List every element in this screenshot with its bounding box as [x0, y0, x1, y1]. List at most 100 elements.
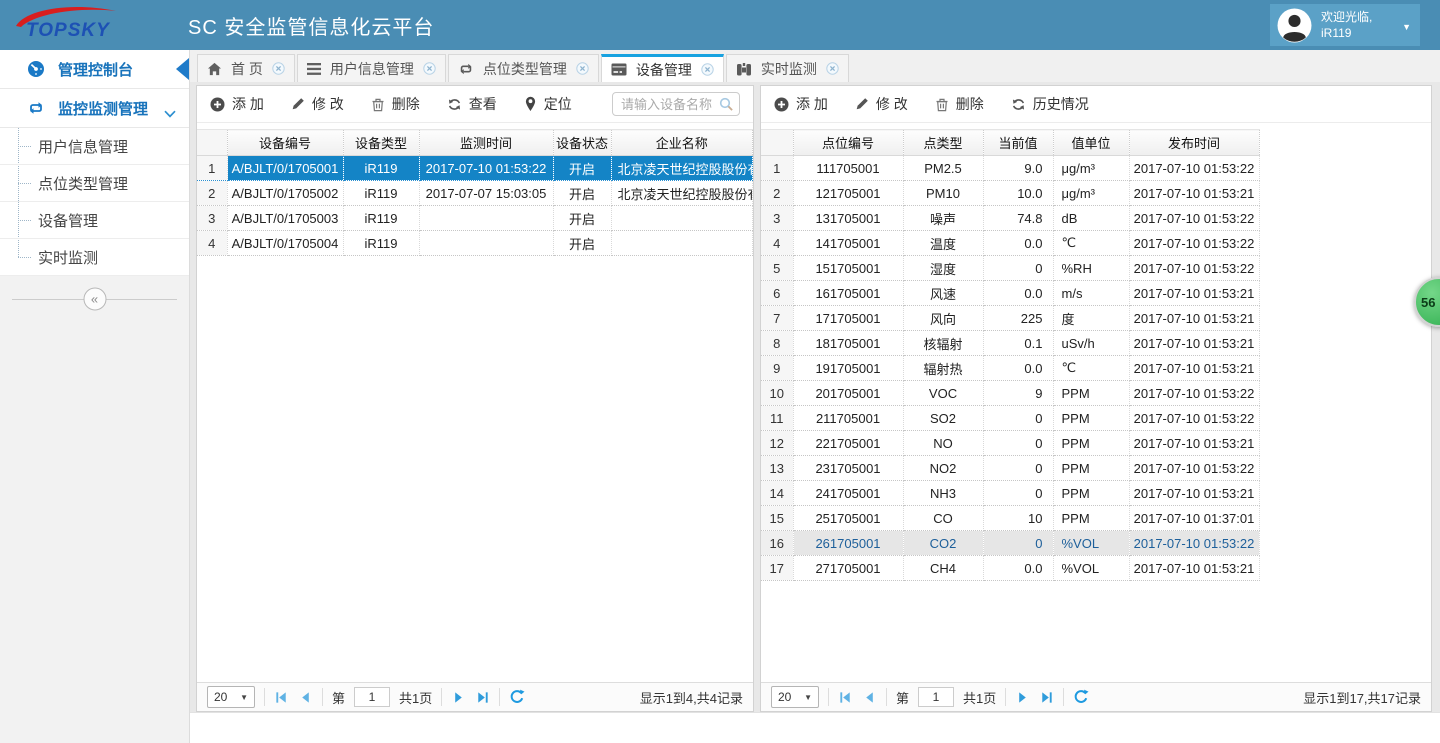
column-header[interactable]: 设备类型	[343, 130, 419, 156]
table-row[interactable]: 4141705001温度0.0℃2017-07-10 01:53:22	[761, 231, 1259, 256]
cell[interactable]: iR119	[343, 181, 419, 206]
table-row[interactable]: 14241705001NH30PPM2017-07-10 01:53:21	[761, 481, 1259, 506]
table-row[interactable]: 2A/BJLT/0/1705002iR1192017-07-07 15:03:0…	[197, 181, 753, 206]
prev-page-button[interactable]	[298, 690, 313, 705]
cell[interactable]	[611, 206, 753, 231]
table-row[interactable]: 10201705001VOC9PPM2017-07-10 01:53:22	[761, 381, 1259, 406]
cell[interactable]: 10.0	[983, 181, 1053, 206]
cell[interactable]: CO2	[903, 531, 983, 556]
cell[interactable]: 2017-07-10 01:53:21	[1129, 481, 1259, 506]
cell[interactable]: 开启	[553, 206, 611, 231]
cell[interactable]: 0.1	[983, 331, 1053, 356]
cell[interactable]: 151705001	[793, 256, 903, 281]
sidebar-item-console[interactable]: 管理控制台	[0, 50, 189, 89]
cell[interactable]: ℃	[1053, 231, 1129, 256]
column-header[interactable]: 值单位	[1053, 130, 1129, 156]
cell[interactable]: 2017-07-10 01:53:22	[419, 156, 553, 181]
cell[interactable]: PPM	[1053, 406, 1129, 431]
cell[interactable]: 10	[983, 506, 1053, 531]
next-page-button[interactable]	[1015, 690, 1030, 705]
cell[interactable]: 111705001	[793, 156, 903, 181]
table-row[interactable]: 12221705001NO0PPM2017-07-10 01:53:21	[761, 431, 1259, 456]
cell[interactable]: 9.0	[983, 156, 1053, 181]
delete-button[interactable]: 删除	[935, 94, 984, 114]
cell[interactable]: 2017-07-10 01:53:22	[1129, 256, 1259, 281]
cell[interactable]: PPM	[1053, 431, 1129, 456]
cell[interactable]: A/BJLT/0/1705001	[227, 156, 343, 181]
tab-user-info[interactable]: 用户信息管理	[297, 54, 446, 82]
cell[interactable]: %VOL	[1053, 556, 1129, 581]
cell[interactable]: iR119	[343, 156, 419, 181]
cell[interactable]: PPM	[1053, 481, 1129, 506]
cell[interactable]: %VOL	[1053, 531, 1129, 556]
add-button[interactable]: 添 加	[774, 94, 828, 114]
edit-button[interactable]: 修 改	[291, 94, 344, 114]
delete-button[interactable]: 删除	[371, 94, 420, 114]
tab-point-type[interactable]: 点位类型管理	[448, 54, 599, 82]
sidebar-item-user-info[interactable]: 用户信息管理	[0, 128, 189, 165]
table-row[interactable]: 6161705001风速0.0m/s2017-07-10 01:53:21	[761, 281, 1259, 306]
cell[interactable]: 度	[1053, 306, 1129, 331]
table-row[interactable]: 9191705001辐射热0.0℃2017-07-10 01:53:21	[761, 356, 1259, 381]
user-menu[interactable]: 欢迎光临, iR119 ▼	[1270, 4, 1420, 46]
cell[interactable]: 湿度	[903, 256, 983, 281]
cell[interactable]: 171705001	[793, 306, 903, 331]
cell[interactable]: 2017-07-10 01:53:22	[1129, 231, 1259, 256]
cell[interactable]: 2017-07-10 01:53:22	[1129, 156, 1259, 181]
cell[interactable]: 0.0	[983, 231, 1053, 256]
sidebar-item-monitoring[interactable]: 监控监测管理	[0, 89, 189, 128]
cell[interactable]: 开启	[553, 156, 611, 181]
cell[interactable]: μg/m³	[1053, 156, 1129, 181]
cell[interactable]: 2017-07-10 01:53:22	[1129, 456, 1259, 481]
cell[interactable]: NH3	[903, 481, 983, 506]
cell[interactable]: VOC	[903, 381, 983, 406]
cell[interactable]: 北京凌天世纪控股股份有限	[611, 181, 753, 206]
sidebar-item-device[interactable]: 设备管理	[0, 202, 189, 239]
page-number-input[interactable]	[918, 687, 954, 707]
cell[interactable]: %RH	[1053, 256, 1129, 281]
close-icon[interactable]	[423, 62, 436, 75]
cell[interactable]: CO	[903, 506, 983, 531]
table-row[interactable]: 5151705001湿度0%RH2017-07-10 01:53:22	[761, 256, 1259, 281]
cell[interactable]: 2017-07-10 01:53:22	[1129, 406, 1259, 431]
cell[interactable]: 风向	[903, 306, 983, 331]
cell[interactable]: PM2.5	[903, 156, 983, 181]
cell[interactable]: 241705001	[793, 481, 903, 506]
cell[interactable]: 141705001	[793, 231, 903, 256]
column-header[interactable]: 当前值	[983, 130, 1053, 156]
close-icon[interactable]	[826, 62, 839, 75]
table-row[interactable]: 7171705001风向225度2017-07-10 01:53:21	[761, 306, 1259, 331]
cell[interactable]: 核辐射	[903, 331, 983, 356]
collapse-sidebar-button[interactable]: «	[83, 288, 106, 311]
locate-button[interactable]: 定位	[524, 94, 572, 114]
history-button[interactable]: 历史情况	[1011, 94, 1089, 114]
cell[interactable]: 0	[983, 431, 1053, 456]
cell[interactable]: PPM	[1053, 506, 1129, 531]
cell[interactable]: 9	[983, 381, 1053, 406]
cell[interactable]: m/s	[1053, 281, 1129, 306]
cell[interactable]: 辐射热	[903, 356, 983, 381]
cell[interactable]: 261705001	[793, 531, 903, 556]
cell[interactable]: 0	[983, 531, 1053, 556]
cell[interactable]: 2017-07-10 01:53:22	[1129, 206, 1259, 231]
sidebar-item-point-type[interactable]: 点位类型管理	[0, 165, 189, 202]
table-row[interactable]: 3A/BJLT/0/1705003iR119开启	[197, 206, 753, 231]
column-header[interactable]: 设备状态	[553, 130, 611, 156]
cell[interactable]: iR119	[343, 231, 419, 256]
cell[interactable]: 北京凌天世纪控股股份有限	[611, 156, 753, 181]
cell[interactable]: 2017-07-10 01:53:21	[1129, 331, 1259, 356]
last-page-button[interactable]	[475, 690, 490, 705]
cell[interactable]	[419, 231, 553, 256]
cell[interactable]: CH4	[903, 556, 983, 581]
cell[interactable]: 2017-07-10 01:53:21	[1129, 306, 1259, 331]
cell[interactable]: NO2	[903, 456, 983, 481]
page-size-select[interactable]: 20 ▼	[771, 686, 819, 708]
cell[interactable]: PPM	[1053, 456, 1129, 481]
column-header[interactable]: 发布时间	[1129, 130, 1259, 156]
cell[interactable]: 0	[983, 456, 1053, 481]
device-table[interactable]: 设备编号设备类型监测时间设备状态企业名称 1A/BJLT/0/1705001iR…	[197, 129, 753, 256]
close-icon[interactable]	[576, 62, 589, 75]
sidebar-item-realtime[interactable]: 实时监测	[0, 239, 189, 276]
last-page-button[interactable]	[1039, 690, 1054, 705]
cell[interactable]: SO2	[903, 406, 983, 431]
